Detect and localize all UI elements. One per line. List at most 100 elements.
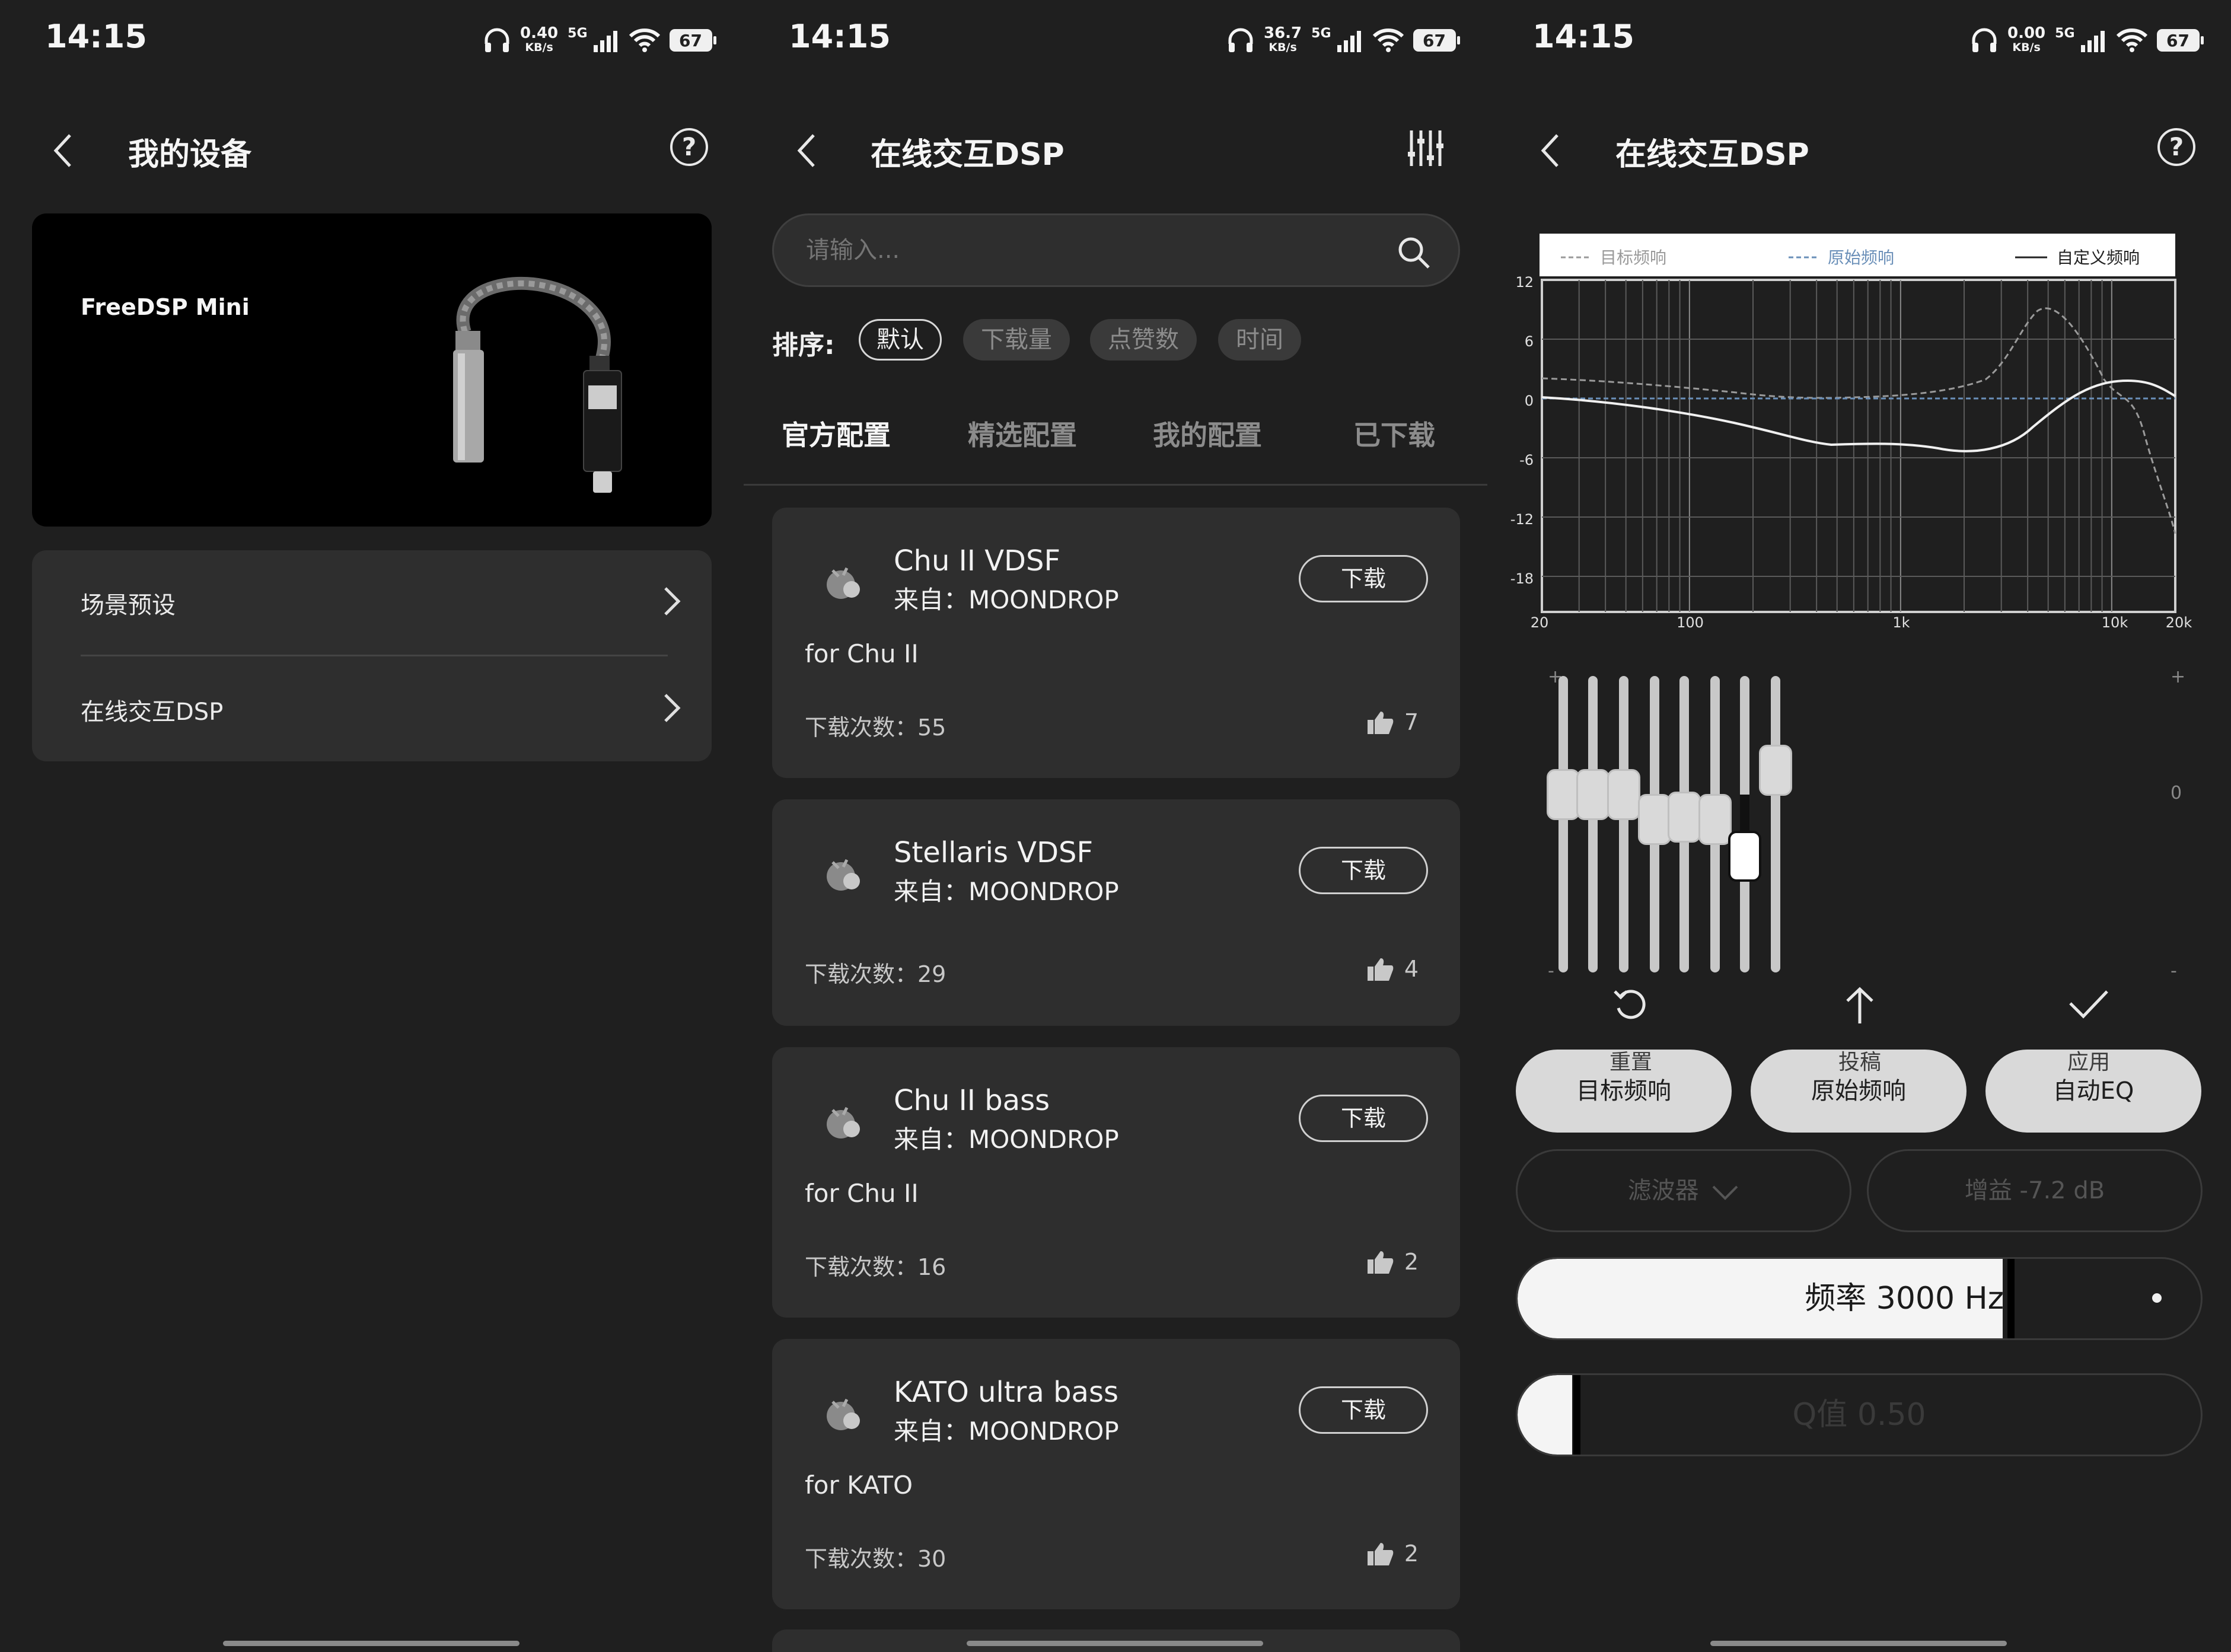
frequency-label: 频率 3000 Hz	[1805, 1281, 2004, 1316]
eq-slider-track[interactable]	[1588, 676, 1598, 972]
status-bar-icons: 0.00 KB/s 5G 67	[1971, 23, 2204, 58]
battery-indicator: 67	[2156, 29, 2204, 52]
thumbs-up-icon[interactable]	[1366, 1542, 1394, 1567]
profile-name: Chu II bass	[894, 1084, 1050, 1117]
custom-response-curve	[1541, 379, 2176, 452]
download-count: 下载次数：55	[805, 715, 946, 741]
profile-card[interactable]: Stellaris VDSF 来自：MOONDROP 下载 下载次数：29 4	[772, 799, 1460, 1026]
upload-arrow-icon	[1846, 987, 1873, 1023]
eq-slider-knob[interactable]	[1547, 769, 1580, 821]
profile-name: KATO ultra bass	[894, 1376, 1118, 1409]
tab-mine[interactable]: 我的配置	[1153, 414, 1262, 453]
wifi-icon	[1372, 28, 1404, 52]
like-count: 7	[1404, 709, 1419, 735]
eq-slider-knob[interactable]	[1759, 744, 1792, 796]
divider	[81, 655, 668, 656]
download-button[interactable]: 下载	[1299, 1095, 1428, 1142]
q-slider[interactable]: Q值 0.50	[1516, 1373, 2203, 1456]
headphones-icon	[1972, 28, 1997, 52]
filter-label: 滤波器	[1627, 1177, 1699, 1204]
submit-label: 投稿	[1838, 1050, 1881, 1074]
reset-label: 重置	[1609, 1050, 1652, 1074]
x-tick: 20k	[2166, 614, 2192, 631]
sort-option-downloads[interactable]: 下载量	[963, 319, 1070, 361]
target-response-curve	[1541, 307, 2176, 534]
device-card[interactable]: FreeDSP Mini	[32, 213, 712, 527]
legend-target-label: 目标频响	[1600, 248, 1666, 267]
help-icon[interactable]: ?	[2157, 128, 2195, 166]
search-icon[interactable]	[1397, 235, 1431, 270]
equalizer-icon[interactable]	[1407, 127, 1445, 170]
download-count: 下载次数：29	[805, 961, 946, 987]
tab-official[interactable]: 官方配置	[782, 414, 891, 453]
checkmark-icon	[2069, 990, 2108, 1019]
frequency-slider-handle[interactable]	[2007, 1259, 2015, 1338]
eq-slider-knob[interactable]	[1607, 769, 1640, 821]
eq-slider-knob[interactable]	[1638, 793, 1671, 845]
x-tick: 20	[1531, 614, 1549, 631]
submit-action[interactable]: 投稿	[1812, 984, 1907, 1076]
profile-card[interactable]: KATO ultra bass 来自：MOONDROP 下载 for KATO …	[772, 1339, 1460, 1609]
y-tick: 0	[1525, 393, 1534, 409]
download-button[interactable]: 下载	[1299, 1386, 1428, 1434]
profile-avatar-icon	[827, 567, 860, 599]
chart-grid	[1578, 280, 2112, 612]
eq-slider-track[interactable]	[1558, 676, 1568, 972]
tab-downloaded[interactable]: 已下载	[1353, 414, 1435, 453]
profile-card[interactable]: Chu II bass 来自：MOONDROP 下载 for Chu II 下载…	[772, 1047, 1460, 1318]
apply-label: 应用	[2067, 1050, 2110, 1074]
help-icon[interactable]: ?	[670, 128, 708, 166]
q-label: Q值 0.50	[1792, 1397, 1926, 1433]
search-bar[interactable]	[772, 213, 1460, 287]
slider-minus-mark: -	[2171, 961, 2177, 981]
frequency-slider[interactable]: 频率 3000 Hz	[1516, 1257, 2203, 1340]
tab-featured[interactable]: 精选配置	[968, 414, 1077, 453]
search-input[interactable]	[805, 233, 1341, 267]
network-speed: 0.40 KB/s	[520, 24, 559, 54]
home-indicator	[967, 1641, 1263, 1646]
profile-card[interactable]: Chu II VDSF 来自：MOONDROP 下载 for Chu II 下载…	[772, 508, 1460, 778]
back-arrow-icon[interactable]	[795, 132, 818, 170]
eq-slider-track[interactable]	[1619, 676, 1628, 972]
headphones-icon	[1228, 28, 1253, 52]
eq-slider-knob[interactable]	[1668, 791, 1701, 843]
download-button[interactable]: 下载	[1299, 847, 1428, 894]
y-tick: -18	[1510, 570, 1534, 587]
eq-slider-knob[interactable]	[1728, 830, 1761, 882]
status-time: 14:15	[789, 18, 891, 55]
profile-avatar-icon	[827, 1106, 860, 1138]
menu-item-online-dsp[interactable]: 在线交互DSP	[81, 693, 223, 727]
thumbs-up-icon[interactable]	[1366, 710, 1394, 735]
download-button[interactable]: 下载	[1299, 555, 1428, 602]
slider-dot	[2152, 1293, 2162, 1303]
eq-slider-knob[interactable]	[1576, 769, 1609, 821]
gain-control[interactable]: 增益 -7.2 dB	[1867, 1149, 2203, 1232]
sort-option-likes[interactable]: 点赞数	[1090, 319, 1197, 361]
thumbs-up-icon[interactable]	[1366, 957, 1394, 982]
back-arrow-icon[interactable]	[1538, 132, 1562, 170]
5g-label: 5G	[568, 25, 588, 41]
like-count: 2	[1404, 1249, 1419, 1275]
profile-description: for Chu II	[805, 1179, 919, 1208]
eq-slider-track[interactable]	[1771, 676, 1780, 972]
my-devices-screen: 14:15 0.40 KB/s 5G 67 我的设备 ? FreeDSP Mini…	[0, 0, 744, 1652]
like-count: 2	[1404, 1541, 1419, 1567]
filter-select[interactable]: 滤波器	[1516, 1149, 1851, 1232]
menu-item-scene-presets[interactable]: 场景预设	[81, 586, 176, 620]
thumbs-up-icon[interactable]	[1366, 1250, 1394, 1275]
page-title: 我的设备	[128, 137, 252, 173]
eq-slider-knob[interactable]	[1698, 793, 1732, 845]
apply-action[interactable]: 应用	[2041, 984, 2136, 1076]
profile-description: for Chu II	[805, 639, 919, 668]
back-arrow-icon[interactable]	[51, 132, 75, 170]
sort-option-time[interactable]: 时间	[1218, 319, 1301, 361]
slider-plus-mark: +	[2171, 666, 2186, 687]
chevron-right-icon	[664, 694, 681, 722]
signal-icon	[593, 31, 617, 52]
profile-source: 来自：MOONDROP	[894, 585, 1119, 614]
status-time: 14:15	[45, 18, 147, 55]
status-time: 14:15	[1532, 18, 1634, 55]
reset-action[interactable]: 重置	[1583, 984, 1678, 1076]
sort-option-default[interactable]: 默认	[859, 319, 942, 361]
wifi-icon	[2116, 28, 2147, 52]
